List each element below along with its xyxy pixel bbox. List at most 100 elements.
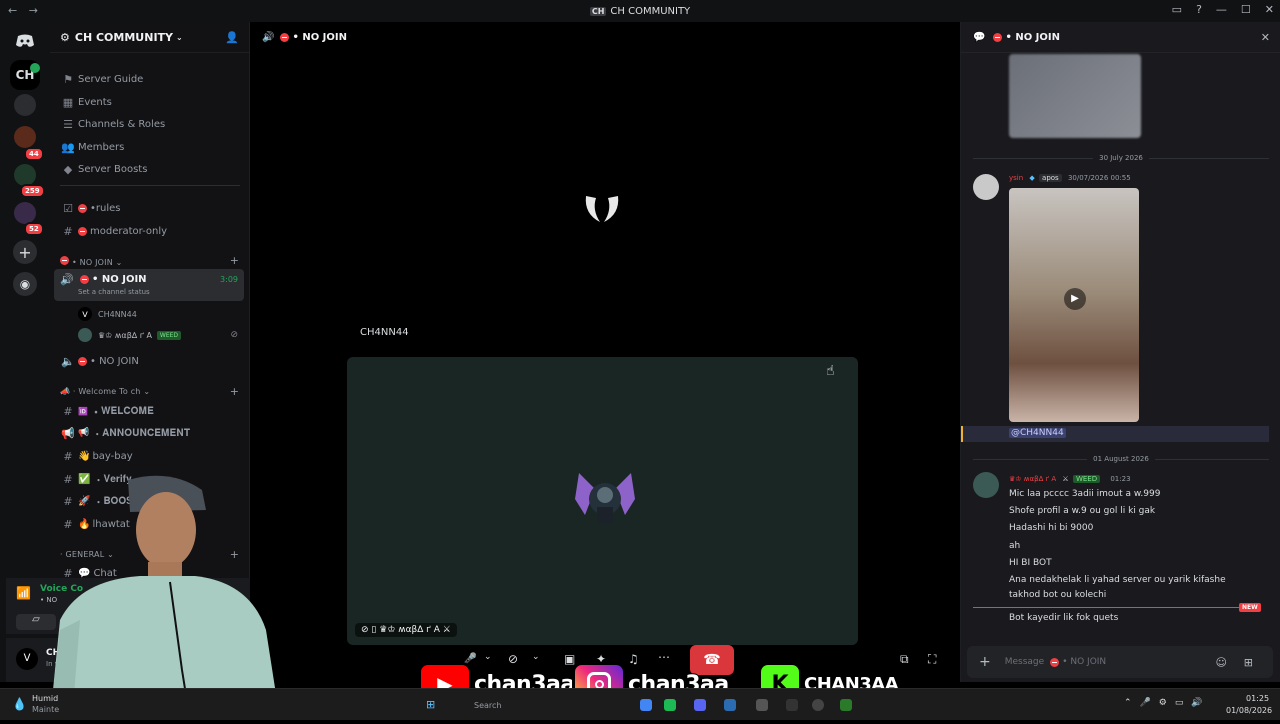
- mention-highlight: [961, 426, 1269, 442]
- signpost-icon: ⚑: [63, 72, 73, 86]
- search-box[interactable]: Search: [474, 701, 501, 710]
- message-text: Shofe profil a w.9 ou gol li ki gak: [1009, 506, 1156, 516]
- os-taskbar: 💧 Humid Mainte ⊞ Search ⌃🎤⚙▭🔊 01:25 01/0…: [0, 688, 1280, 720]
- clock-time[interactable]: 01:25: [1246, 694, 1269, 703]
- fullscreen-icon[interactable]: ⛶: [928, 652, 936, 667]
- help-icon[interactable]: ?: [1196, 3, 1202, 16]
- weed-badge: WEED: [1072, 475, 1101, 483]
- category-welcome[interactable]: 📣 · Welcome To ch ⌄: [60, 387, 150, 396]
- voice-channel-nojoin[interactable]: 🔈 • NO JOIN: [50, 351, 250, 371]
- discord-icon[interactable]: [694, 699, 706, 711]
- participant-avatar: [573, 469, 637, 531]
- discover-icon[interactable]: ◉: [13, 272, 37, 296]
- chevron-down-icon[interactable]: ⌄: [532, 652, 540, 662]
- speaker-name-label: CH4NN44: [360, 327, 409, 338]
- app-icon[interactable]: [756, 699, 768, 711]
- new-messages-divider: [973, 607, 1257, 608]
- discord-home-icon[interactable]: [10, 26, 40, 56]
- video-attachment[interactable]: ▶: [1009, 188, 1139, 422]
- chrome-icon[interactable]: [640, 699, 652, 711]
- author-name: ♛♔ ʍαβ∆ ґ A: [1009, 475, 1057, 483]
- megaphone-icon: 📢: [61, 426, 75, 440]
- inbox-icon[interactable]: ▭: [1172, 3, 1182, 16]
- server-icon-4[interactable]: [14, 164, 36, 186]
- divider: [60, 185, 240, 186]
- user-mention: @CH4NN44: [1009, 428, 1066, 438]
- message-text: Bot kayedir lik fok quets: [1009, 613, 1119, 623]
- swords-icon: ⚔: [1062, 475, 1069, 483]
- online-dot: [30, 63, 40, 73]
- message-text: Hadashi hi bi 9000: [1009, 523, 1094, 533]
- maximize-button[interactable]: ☐: [1241, 3, 1251, 16]
- message-input[interactable]: + Message • NO JOIN ☺ ⊞: [967, 646, 1273, 678]
- diamond-icon: ◆: [1029, 174, 1035, 182]
- start-icon[interactable]: ⊞: [426, 698, 440, 712]
- voice-stage: 🔊 • NO JOIN CH4NN44 ⊘ ▯ ♛♔ ʍαβ∆ ґ A ⚔ ☝ …: [250, 22, 955, 682]
- server-guide-item[interactable]: ⚑ Server Guide: [50, 69, 250, 89]
- window-controls: ▭ ? — ☐ ✕: [1172, 3, 1274, 16]
- weather-sub: Mainte: [32, 705, 60, 714]
- server-icon-2[interactable]: [14, 94, 36, 116]
- server-folder[interactable]: [14, 202, 36, 224]
- blurred-image-attachment[interactable]: [1009, 54, 1141, 138]
- spotify-icon[interactable]: [664, 699, 676, 711]
- server-boosts-item[interactable]: ◆ Server Boosts: [50, 159, 250, 179]
- nav-arrows[interactable]: ← →: [8, 4, 42, 17]
- voice-timer: 3:09: [220, 275, 238, 284]
- participant-tile[interactable]: ⊘ ▯ ♛♔ ʍαβ∆ ґ A ⚔ ☝: [347, 357, 858, 645]
- close-icon[interactable]: ✕: [1261, 31, 1270, 44]
- weather-title[interactable]: Humid: [32, 694, 58, 703]
- events-item[interactable]: ▦ Events: [50, 92, 250, 112]
- avatar[interactable]: [973, 472, 999, 498]
- message-text: takhod bot ou kolechi: [1009, 590, 1107, 600]
- channel-rules[interactable]: ☑ •rules: [50, 198, 250, 218]
- category-nojoin[interactable]: • NO JOIN ⌄: [60, 256, 123, 267]
- active-voice-channel[interactable]: 🔊 • NO JOIN 3:09 Set a channel status: [54, 269, 244, 301]
- speaker-icon: 🔈: [61, 354, 75, 368]
- channel-welcome[interactable]: # 🆔 ・ 𝐖𝐄𝐋𝐂𝐎𝐌𝐄: [50, 401, 250, 421]
- members-item[interactable]: 👥 Members: [50, 137, 250, 157]
- server-icon-3[interactable]: [14, 126, 36, 148]
- invite-icon[interactable]: 👤: [225, 31, 239, 44]
- hash-icon: #: [63, 404, 73, 418]
- chevron-down-icon: ⌄: [176, 32, 183, 42]
- popout-icon[interactable]: ⧉: [900, 652, 909, 667]
- app-icon[interactable]: [724, 699, 736, 711]
- avatar[interactable]: [973, 174, 999, 200]
- add-channel-icon[interactable]: +: [230, 385, 239, 398]
- obs-icon[interactable]: [812, 699, 824, 711]
- emoji-icon[interactable]: ☺: [1216, 656, 1227, 669]
- message-timestamp: 01:23: [1110, 475, 1131, 483]
- unread-badge: 259: [20, 184, 45, 198]
- input-placeholder: Message: [1004, 657, 1045, 667]
- guild-header[interactable]: ⚙ CH COMMUNITY ⌄ 👤: [50, 22, 249, 53]
- clock-date[interactable]: 01/08/2026: [1226, 706, 1272, 715]
- play-icon[interactable]: ▶: [1064, 288, 1086, 310]
- date-label: 30 July 2026: [1093, 154, 1149, 162]
- speaker-icon: 🔊: [262, 32, 275, 43]
- hash-icon: #: [63, 449, 73, 463]
- voice-channel-title: • NO JOIN: [292, 32, 347, 43]
- add-attachment-icon[interactable]: +: [979, 654, 991, 670]
- channel-status-hint[interactable]: Set a channel status: [78, 288, 150, 296]
- chevron-down-icon[interactable]: ⌄: [484, 652, 492, 662]
- tray-icons[interactable]: ⌃🎤⚙▭🔊: [1124, 698, 1211, 708]
- participant-nameplate: ⊘ ▯ ♛♔ ʍαβ∆ ґ A ⚔: [355, 623, 457, 637]
- minimize-button[interactable]: —: [1216, 3, 1227, 16]
- add-server-icon[interactable]: +: [13, 240, 37, 264]
- voice-user-2[interactable]: ♛♔ ʍαβ∆ ґ A WEED ⊘: [50, 325, 250, 345]
- channel-bay-bay[interactable]: # 👋 bay-bay: [50, 446, 250, 466]
- channel-moderator-only[interactable]: # moderator-only: [50, 221, 250, 241]
- unread-badge: 52: [24, 222, 44, 236]
- add-channel-icon[interactable]: +: [230, 254, 239, 267]
- apps-icon[interactable]: ⊞: [1244, 656, 1253, 669]
- channels-roles-item[interactable]: ☰ Channels & Roles: [50, 114, 250, 134]
- app-icon[interactable]: [840, 699, 852, 711]
- app-icon[interactable]: [786, 699, 798, 711]
- close-window-button[interactable]: ✕: [1265, 3, 1274, 16]
- channel-announcement[interactable]: 📢 📢 ・ 𝐀𝐍𝐍𝐎𝐔𝐍𝐂𝐄𝐌𝐄𝐍𝐓: [50, 423, 250, 443]
- guild-name: CH COMMUNITY: [74, 30, 173, 44]
- message-header: ♛♔ ʍαβ∆ ґ A ⚔ WEED 01:23: [1009, 475, 1131, 483]
- new-badge: NEW: [1239, 603, 1261, 612]
- voice-user-ch4nn44[interactable]: ᐯ CH4NN44: [50, 304, 250, 324]
